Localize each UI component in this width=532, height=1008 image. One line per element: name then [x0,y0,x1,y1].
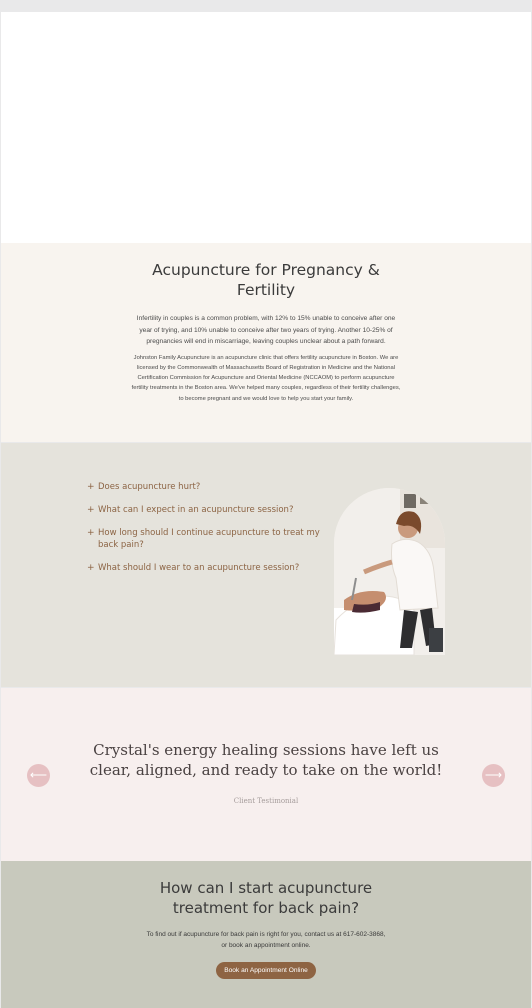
plus-icon: + [87,505,95,515]
arrow-left-icon: ⟵ [29,768,48,782]
plus-icon: + [87,563,95,573]
cta-section: How can I start acupuncture treatment fo… [1,861,531,1008]
previous-testimonial-button[interactable]: ⟵ [27,764,50,787]
faq-section: + Does acupuncture hurt? + What can I ex… [1,443,531,687]
cta-title: How can I start acupuncture treatment fo… [159,879,373,917]
faq-question: What should I wear to an acupuncture ses… [98,563,300,573]
plus-icon: + [87,528,95,538]
testimonial-attribution: Client Testimonial [233,797,299,805]
intro-paragraph: Infertility in couples is a common probl… [136,315,396,345]
faq-question: How long should I continue acupuncture t… [98,528,320,550]
faq-item[interactable]: + How long should I continue acupuncture… [87,527,327,551]
photo-illustration [334,488,445,655]
cta-text: To find out if acupuncture for back pain… [146,931,386,949]
faq-item[interactable]: + What should I wear to an acupuncture s… [87,562,327,574]
top-bar [0,0,532,12]
faq-list: + Does acupuncture hurt? + What can I ex… [87,481,327,585]
next-testimonial-button[interactable]: ⟶ [482,764,505,787]
faq-item[interactable]: + Does acupuncture hurt? [87,481,327,493]
arrow-right-icon: ⟶ [484,768,503,782]
page-title: Acupuncture for Pregnancy & Fertility [152,261,380,299]
intro-section: Acupuncture for Pregnancy & Fertility In… [1,243,531,442]
testimonial-quote: Crystal's energy healing sessions have l… [89,741,443,779]
acupuncture-treatment-photo [334,488,445,655]
hero-image-area [1,12,531,243]
clinic-description: Johnston Family Acupuncture is an acupun… [131,354,401,402]
book-appointment-button[interactable]: Book an Appointment Online [216,962,316,979]
faq-item[interactable]: + What can I expect in an acupuncture se… [87,504,327,516]
faq-question: Does acupuncture hurt? [98,482,201,492]
faq-question: What can I expect in an acupuncture sess… [98,505,294,515]
plus-icon: + [87,482,95,492]
testimonial-section: ⟵ Crystal's energy healing sessions have… [1,688,531,861]
